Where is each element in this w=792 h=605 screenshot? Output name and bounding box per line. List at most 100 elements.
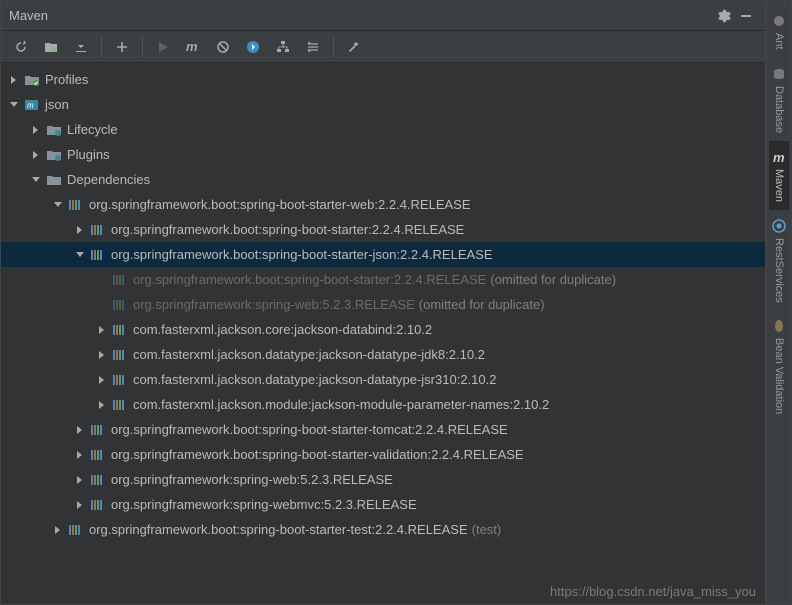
chevron-right-icon[interactable] — [73, 498, 87, 512]
bean-icon — [771, 318, 787, 334]
chevron-down-icon[interactable] — [29, 173, 43, 187]
tree-node-dependency-selected[interactable]: org.springframework.boot:spring-boot-sta… — [1, 242, 765, 267]
chevron-right-icon[interactable] — [73, 448, 87, 462]
library-icon — [111, 347, 129, 363]
svg-text:m: m — [186, 39, 198, 54]
library-icon — [89, 497, 107, 513]
node-label: Profiles — [45, 72, 88, 87]
chevron-right-icon[interactable] — [95, 373, 109, 387]
svg-text:m: m — [27, 101, 34, 110]
maven-module-icon: m — [23, 97, 41, 113]
tree-node-dependency-omitted[interactable]: org.springframework:spring-web:5.2.3.REL… — [1, 292, 765, 317]
node-label: org.springframework.boot:spring-boot-sta… — [111, 247, 493, 262]
tree-node-dependency[interactable]: org.springframework.boot:spring-boot-sta… — [1, 192, 765, 217]
settings-button[interactable] — [340, 34, 368, 60]
toggle-offline-button[interactable] — [239, 34, 267, 60]
tree-node-dependency[interactable]: com.fasterxml.jackson.core:jackson-datab… — [1, 317, 765, 342]
tree-node-dependencies[interactable]: Dependencies — [1, 167, 765, 192]
node-label: com.fasterxml.jackson.core:jackson-datab… — [133, 322, 432, 337]
add-project-button[interactable] — [37, 34, 65, 60]
refresh-button[interactable] — [7, 34, 35, 60]
tree-node-dependency[interactable]: org.springframework:spring-webmvc:5.2.3.… — [1, 492, 765, 517]
tree-node-dependency[interactable]: com.fasterxml.jackson.module:jackson-mod… — [1, 392, 765, 417]
run-button[interactable] — [149, 34, 177, 60]
tree-node-project[interactable]: m json — [1, 92, 765, 117]
library-icon — [67, 197, 85, 213]
tree-node-profiles[interactable]: Profiles — [1, 67, 765, 92]
sidebar-item-beanvalidation[interactable]: Bean Validation — [769, 310, 789, 422]
folder-icon — [45, 122, 63, 138]
chevron-right-icon[interactable] — [29, 148, 43, 162]
omitted-suffix: (omitted for duplicate) — [490, 272, 616, 287]
node-label: org.springframework:spring-webmvc:5.2.3.… — [111, 497, 417, 512]
node-label: org.springframework.boot:spring-boot-sta… — [111, 222, 464, 237]
sidebar-item-restservices[interactable]: RestServices — [769, 210, 789, 311]
chevron-right-icon[interactable] — [73, 423, 87, 437]
show-dependencies-button[interactable] — [269, 34, 297, 60]
hide-icon[interactable] — [735, 5, 757, 27]
chevron-right-icon[interactable] — [73, 473, 87, 487]
toolbar: m — [1, 31, 765, 63]
library-icon — [89, 447, 107, 463]
chevron-right-icon[interactable] — [95, 348, 109, 362]
node-label: com.fasterxml.jackson.datatype:jackson-d… — [133, 372, 496, 387]
tree-node-dependency[interactable]: org.springframework:spring-web:5.2.3.REL… — [1, 467, 765, 492]
sidebar-item-database[interactable]: Database — [769, 58, 789, 141]
collapse-all-button[interactable] — [299, 34, 327, 60]
library-icon — [67, 522, 85, 538]
node-label: Lifecycle — [67, 122, 118, 137]
rest-icon — [771, 218, 787, 234]
library-icon — [111, 372, 129, 388]
svg-text:m: m — [773, 150, 785, 164]
node-label: com.fasterxml.jackson.datatype:jackson-d… — [133, 347, 485, 362]
maven-tree: Profiles m json Lifecycle Plugins Depend… — [1, 63, 765, 604]
chevron-right-icon[interactable] — [95, 323, 109, 337]
panel-header: Maven — [1, 1, 765, 31]
folder-icon — [45, 172, 63, 188]
chevron-down-icon[interactable] — [51, 198, 65, 212]
node-label: org.springframework.boot:spring-boot-sta… — [89, 197, 471, 212]
toggle-skip-tests-button[interactable] — [209, 34, 237, 60]
tree-node-dependency[interactable]: org.springframework.boot:spring-boot-sta… — [1, 517, 765, 542]
sidebar-item-ant[interactable]: Ant — [769, 5, 789, 58]
tree-node-dependency[interactable]: org.springframework.boot:spring-boot-sta… — [1, 217, 765, 242]
library-icon — [89, 472, 107, 488]
database-icon — [771, 66, 787, 82]
node-label: com.fasterxml.jackson.module:jackson-mod… — [133, 397, 549, 412]
panel-title: Maven — [9, 8, 713, 23]
omitted-suffix: (omitted for duplicate) — [419, 297, 545, 312]
tree-node-lifecycle[interactable]: Lifecycle — [1, 117, 765, 142]
tree-node-dependency[interactable]: com.fasterxml.jackson.datatype:jackson-d… — [1, 367, 765, 392]
chevron-down-icon[interactable] — [73, 248, 87, 262]
separator — [142, 37, 143, 57]
tree-node-dependency-omitted[interactable]: org.springframework.boot:spring-boot-sta… — [1, 267, 765, 292]
right-sidebar: Ant Database m Maven RestServices Bean V… — [766, 0, 792, 605]
execute-goal-button[interactable]: m — [179, 34, 207, 60]
chevron-right-icon[interactable] — [51, 523, 65, 537]
node-label: org.springframework.boot:spring-boot-sta… — [89, 522, 468, 537]
chevron-right-icon[interactable] — [95, 398, 109, 412]
separator — [101, 37, 102, 57]
library-icon-dimmed — [111, 272, 129, 288]
separator — [333, 37, 334, 57]
tree-node-dependency[interactable]: com.fasterxml.jackson.datatype:jackson-d… — [1, 342, 765, 367]
download-sources-button[interactable] — [67, 34, 95, 60]
node-label: org.springframework.boot:spring-boot-sta… — [111, 447, 524, 462]
add-button[interactable] — [108, 34, 136, 60]
folder-icon — [23, 72, 41, 88]
node-label: Plugins — [67, 147, 110, 162]
tree-node-plugins[interactable]: Plugins — [1, 142, 765, 167]
chevron-right-icon[interactable] — [73, 223, 87, 237]
chevron-down-icon[interactable] — [7, 98, 21, 112]
scope-suffix: (test) — [472, 522, 502, 537]
library-icon-dimmed — [111, 297, 129, 313]
chevron-right-icon[interactable] — [29, 123, 43, 137]
tree-node-dependency[interactable]: org.springframework.boot:spring-boot-sta… — [1, 442, 765, 467]
library-icon — [89, 247, 107, 263]
node-label: Dependencies — [67, 172, 150, 187]
settings-icon[interactable] — [713, 5, 735, 27]
library-icon — [111, 322, 129, 338]
chevron-right-icon[interactable] — [7, 73, 21, 87]
sidebar-item-maven[interactable]: m Maven — [769, 141, 789, 210]
tree-node-dependency[interactable]: org.springframework.boot:spring-boot-sta… — [1, 417, 765, 442]
